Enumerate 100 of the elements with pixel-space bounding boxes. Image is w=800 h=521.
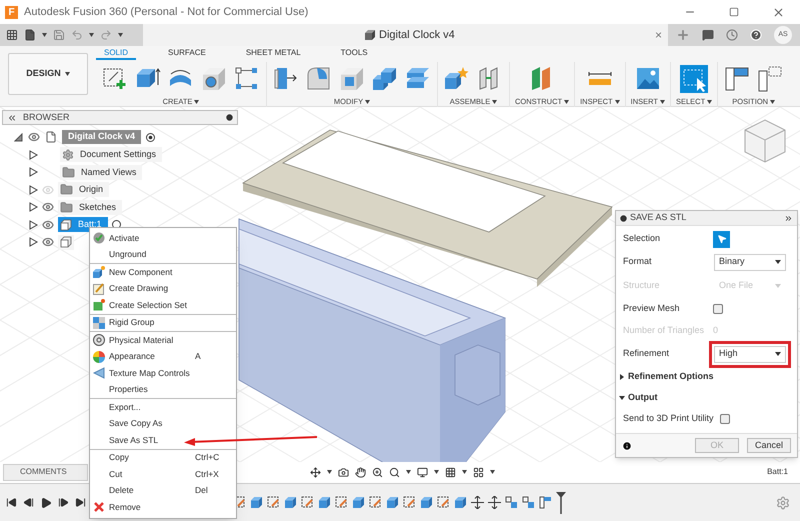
menu-item[interactable]: Appearance A [90,348,238,365]
timeline-box-icon[interactable] [284,496,297,509]
apps-grid-icon[interactable] [6,29,18,41]
grid-icon[interactable] [445,466,456,478]
file-icon[interactable] [24,29,36,41]
menu-item[interactable]: Create Selection Set [90,297,190,314]
menu-item[interactable]: Rigid Group [90,314,158,331]
visibility-eye-icon[interactable] [42,218,54,231]
menu-item[interactable]: Remove [90,499,144,516]
menu-item[interactable]: Physical Material [90,332,176,348]
tree-item[interactable] [58,234,74,250]
component-star-icon [93,266,105,278]
skip-back-icon[interactable] [6,497,17,508]
ribbon-tab[interactable]: SOLID [96,47,136,60]
timeline-sketch-icon[interactable] [267,496,280,509]
display-icon[interactable] [417,466,428,478]
expand-panel-icon[interactable] [784,214,793,222]
pin-icon[interactable] [226,114,233,121]
timeline-move-icon[interactable] [471,496,484,509]
menu-item[interactable]: Save As STL [90,432,162,448]
tree-item[interactable]: Sketches [58,200,122,215]
timeline-frame-icon[interactable] [539,496,552,509]
ribbon-tab[interactable]: SURFACE [160,47,214,60]
visibility-eye-icon[interactable] [28,131,40,143]
timeline-box-icon[interactable] [420,496,433,509]
menu-item[interactable]: Texture Map Controls [90,365,193,382]
shell-icon[interactable] [338,65,366,93]
visibility-eye-icon[interactable] [42,236,54,248]
expand-triangle-icon[interactable] [29,150,38,160]
viewports-icon[interactable] [473,466,484,478]
menu-item[interactable]: Activate [90,230,142,246]
timeline-box-icon[interactable] [318,496,331,509]
expand-triangle-icon[interactable] [29,167,38,178]
document-tab[interactable]: Digital Clock v4 × [143,24,668,46]
timeline-box-icon[interactable] [454,496,467,509]
collapse-panel-icon[interactable] [7,112,17,122]
tree-item[interactable]: Named Views [60,164,142,180]
checkbox[interactable] [720,414,730,424]
search-icon[interactable] [389,466,400,478]
timeline-comp-icon[interactable] [505,496,518,509]
timeline-box-icon[interactable] [352,496,365,509]
timeline-box-icon[interactable] [386,496,399,509]
timeline-sketch-icon[interactable] [301,496,314,509]
collapse-triangle-icon[interactable] [14,132,23,142]
menu-item[interactable]: Create Drawing [90,280,172,297]
expand-triangle-icon[interactable] [29,184,38,195]
dialog-button[interactable]: Cancel [747,438,791,453]
timeline-sketch-icon[interactable] [403,496,416,509]
step-back-icon[interactable] [23,497,34,508]
timeline-sketch-icon[interactable] [335,496,348,509]
tree-item[interactable]: Document Settings [60,147,162,162]
hole-box-icon[interactable] [200,65,228,93]
caret-icon [194,100,200,104]
visibility-eye-icon[interactable] [42,201,54,214]
dropdown-field[interactable]: High [714,346,786,362]
orbit-icon[interactable] [310,466,321,478]
timeline-move-icon[interactable] [488,496,501,509]
pan-hand-icon[interactable] [355,466,366,478]
info-icon[interactable] [622,440,632,450]
expand-triangle-icon[interactable] [29,237,38,248]
expand-triangle-icon[interactable] [29,220,38,230]
step-forward-icon[interactable] [58,497,69,508]
timeline-marker-icon[interactable] [556,492,566,514]
tree-item[interactable]: Origin [58,182,110,198]
skip-forward-icon[interactable] [75,497,86,508]
menu-item[interactable]: Cut Ctrl+X [90,466,238,482]
ribbon-tab[interactable]: TOOLS [332,47,376,60]
timeline-sketch-icon[interactable] [369,496,382,509]
timeline-comp-icon[interactable] [522,496,535,509]
menu-item[interactable]: Properties [90,382,151,398]
section-header[interactable]: Refinement Options [619,366,714,387]
tab-close-button[interactable]: × [654,26,662,44]
expand-triangle-icon[interactable] [29,202,38,212]
ribbon-tab[interactable]: SHEET METAL [238,47,309,60]
gear-icon [62,148,74,161]
selection-button[interactable] [713,230,730,248]
menu-item[interactable]: Save Copy As [90,416,166,432]
timeline-box-icon[interactable] [250,496,263,509]
menu-item[interactable]: Unground [90,246,150,263]
radio-dot-icon[interactable] [146,132,156,142]
checkbox[interactable] [713,304,723,314]
dashed-frame-icon[interactable] [756,65,784,93]
menu-item[interactable]: Delete Del [90,482,238,499]
play-icon[interactable] [40,496,52,508]
menu-item[interactable]: New Component [90,264,176,280]
clock-icon[interactable] [726,29,738,41]
timeline-sketch-icon[interactable] [437,496,450,509]
dropdown-field[interactable]: Binary [714,254,786,270]
menu-item[interactable]: Copy Ctrl+C [90,450,238,466]
selection-cursor-icon[interactable] [680,65,708,93]
comment-icon[interactable] [702,29,714,41]
section-header[interactable]: Output [619,387,658,408]
help-icon[interactable] [750,29,762,41]
comments-tab[interactable]: COMMENTS [3,464,88,480]
align-frame-icon[interactable] [723,65,752,93]
menu-item[interactable]: Export... [90,399,144,416]
combine-icon[interactable] [371,65,399,93]
camera-icon[interactable] [338,466,349,478]
zoom-icon[interactable] [372,466,383,478]
workspace-button[interactable]: DESIGN [8,53,88,95]
